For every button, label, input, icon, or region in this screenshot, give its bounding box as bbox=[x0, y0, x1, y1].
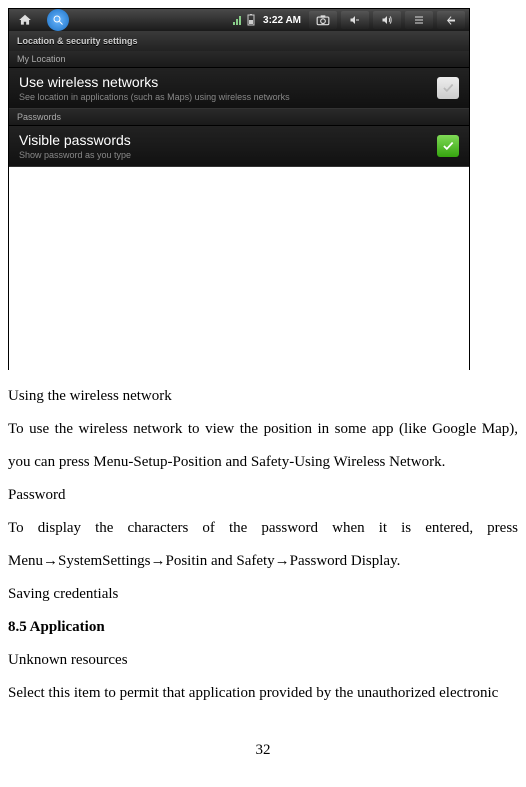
heading-application: 8.5 Application bbox=[8, 611, 518, 644]
pref-visible-passwords[interactable]: Visible passwords Show password as you t… bbox=[9, 126, 469, 167]
section-passwords: Passwords bbox=[9, 109, 469, 126]
camera-icon[interactable] bbox=[309, 11, 337, 29]
paragraph: To use the wireless network to view the … bbox=[8, 413, 518, 479]
paragraph: Saving credentials bbox=[8, 578, 518, 611]
volume-down-icon[interactable] bbox=[341, 11, 369, 29]
screenshot: 3:22 AM Location & security settings My … bbox=[8, 8, 470, 370]
pref-title: Visible passwords bbox=[19, 132, 437, 148]
paragraph: Using the wireless network bbox=[8, 380, 518, 413]
pref-title: Use wireless networks bbox=[19, 74, 437, 90]
section-my-location: My Location bbox=[9, 51, 469, 68]
menu-icon[interactable] bbox=[405, 11, 433, 29]
signal-icon bbox=[233, 15, 243, 25]
home-icon[interactable] bbox=[15, 10, 35, 30]
back-icon[interactable] bbox=[437, 11, 465, 29]
volume-up-icon[interactable] bbox=[373, 11, 401, 29]
android-statusbar: 3:22 AM bbox=[9, 9, 469, 31]
pref-subtitle: See location in applications (such as Ma… bbox=[19, 92, 437, 102]
battery-icon bbox=[247, 14, 255, 26]
checkbox-unchecked-icon[interactable] bbox=[437, 77, 459, 99]
paragraph: Select this item to permit that applicat… bbox=[8, 677, 518, 710]
checkbox-checked-icon[interactable] bbox=[437, 135, 459, 157]
pref-use-wireless[interactable]: Use wireless networks See location in ap… bbox=[9, 68, 469, 109]
screen-title: Location & security settings bbox=[9, 31, 469, 51]
clock-time: 3:22 AM bbox=[263, 15, 301, 26]
paragraph: Password bbox=[8, 479, 518, 512]
search-icon[interactable] bbox=[47, 9, 69, 31]
document-body: Using the wireless network To use the wi… bbox=[8, 370, 518, 767]
page-number: 32 bbox=[8, 734, 518, 767]
paragraph: Unknown resources bbox=[8, 644, 518, 677]
screenshot-empty-area bbox=[9, 167, 469, 381]
pref-subtitle: Show password as you type bbox=[19, 150, 437, 160]
paragraph: To display the characters of the passwor… bbox=[8, 512, 518, 578]
